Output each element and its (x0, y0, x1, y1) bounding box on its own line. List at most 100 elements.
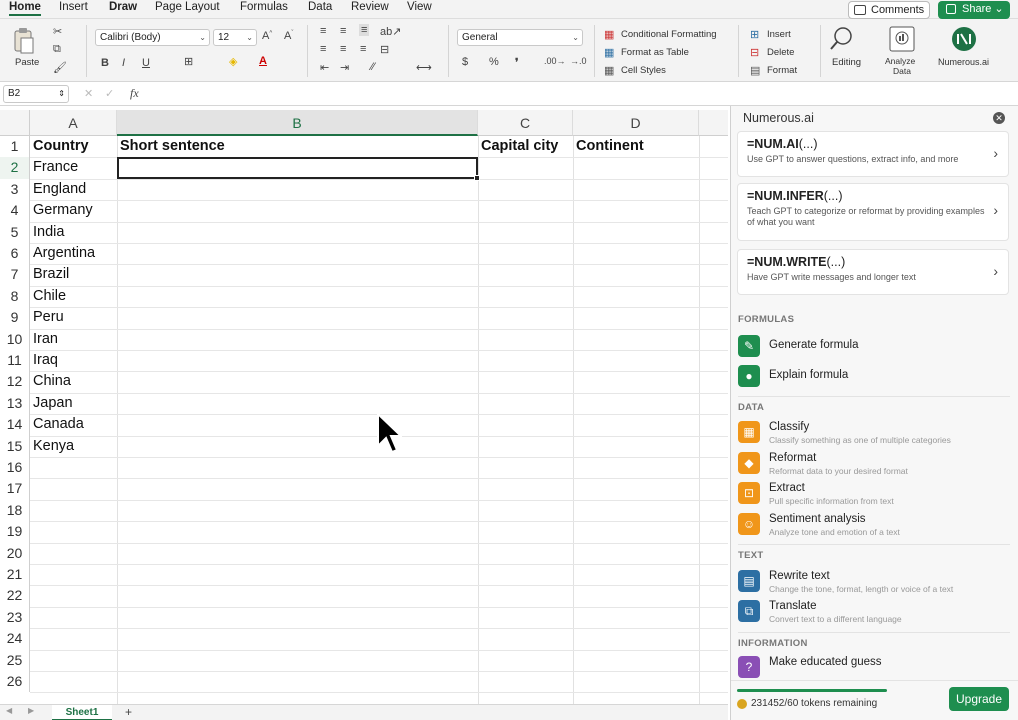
extract-item[interactable]: ⊡ Extract Pull specific information from… (737, 480, 1011, 508)
row-header[interactable]: 23 (0, 606, 30, 629)
generate-formula-item[interactable]: ✎ Generate formula (737, 333, 1011, 361)
row-header[interactable]: 18 (0, 499, 30, 522)
column-header-e[interactable] (699, 110, 728, 136)
column-header-a[interactable]: A (30, 110, 117, 136)
spreadsheet-grid[interactable]: A B C D 1 2 3 4 5 6 7 8 9 10 11 12 13 14 15 16 17 18 19 20 2… (0, 110, 728, 706)
close-icon[interactable]: ✕ (993, 112, 1005, 124)
currency-icon[interactable]: $ (462, 56, 468, 68)
cut-icon[interactable]: ✂ (53, 25, 62, 38)
insert-cells-button[interactable]: Insert (767, 29, 791, 40)
cell-b1[interactable]: Short sentence (117, 136, 478, 157)
country-cell[interactable]: Peru (30, 307, 117, 328)
font-name-select[interactable]: Calibri (Body) ⌄ (95, 29, 210, 46)
format-painter-icon[interactable]: 🖌 (53, 61, 67, 74)
upgrade-button[interactable]: Upgrade (949, 687, 1009, 711)
tab-page-layout[interactable]: Page Layout (155, 1, 220, 13)
column-header-c[interactable]: C (478, 110, 573, 136)
row-header[interactable]: 8 (0, 285, 30, 308)
comma-icon[interactable]: ❜ (515, 56, 519, 69)
tab-data[interactable]: Data (308, 1, 332, 13)
align-middle-icon[interactable]: ≡ (340, 25, 346, 37)
row-header[interactable]: 17 (0, 478, 30, 500)
country-cell[interactable]: Brazil (30, 264, 117, 285)
select-all-corner[interactable] (0, 110, 30, 136)
row-header[interactable]: 21 (0, 564, 30, 586)
country-cell[interactable]: Argentina (30, 243, 117, 264)
increase-decimal-icon[interactable]: .00→ (544, 56, 566, 66)
wrap-text-icon[interactable]: ⊟ (380, 43, 389, 56)
row-header[interactable]: 10 (0, 328, 30, 350)
card-num-infer[interactable]: =NUM.INFER(...) Teach GPT to categorize … (737, 183, 1009, 241)
format-as-table-button[interactable]: Format as Table (621, 47, 689, 58)
comments-button[interactable]: Comments (848, 1, 930, 19)
cell-d1[interactable]: Continent (573, 136, 699, 157)
decrease-font-icon[interactable]: Aˇ (284, 30, 293, 42)
add-sheet-icon[interactable]: + (125, 705, 132, 719)
copy-icon[interactable]: ⧉ (53, 43, 61, 56)
merge-icon[interactable]: ⟷ (416, 61, 432, 74)
country-cell[interactable]: India (30, 222, 117, 243)
delete-cells-button[interactable]: Delete (767, 47, 794, 58)
tab-view[interactable]: View (407, 1, 432, 13)
row-header[interactable]: 12 (0, 371, 30, 393)
translate-item[interactable]: ⧉ Translate Convert text to a different … (737, 598, 1011, 626)
tab-insert[interactable]: Insert (59, 1, 88, 13)
tab-home[interactable]: Home (9, 1, 41, 16)
paste-icon[interactable] (12, 27, 36, 55)
row-header[interactable]: 24 (0, 628, 30, 650)
country-cell[interactable]: England (30, 179, 117, 200)
orientation-icon[interactable]: ab↗ (380, 25, 401, 38)
fill-color-icon[interactable]: ◈ (229, 55, 237, 68)
row-header[interactable]: 3 (0, 178, 30, 201)
decrease-decimal-icon[interactable]: →.0 (570, 56, 587, 66)
row-header[interactable]: 6 (0, 243, 30, 265)
next-sheet-icon[interactable]: ▶ (28, 706, 34, 715)
insert-function-icon[interactable]: fx (130, 86, 139, 101)
increase-indent-icon[interactable]: ⇥ (340, 61, 349, 74)
underline-icon[interactable]: U (142, 57, 150, 69)
row-header[interactable]: 16 (0, 457, 30, 479)
country-cell[interactable]: China (30, 371, 117, 392)
italic-icon[interactable]: I (122, 57, 125, 69)
borders-icon[interactable]: ⊞ (184, 55, 193, 68)
country-cell[interactable]: Chile (30, 286, 117, 307)
card-num-write[interactable]: =NUM.WRITE(...) Have GPT write messages … (737, 249, 1009, 295)
tab-draw[interactable]: Draw (109, 1, 137, 13)
conditional-formatting-button[interactable]: Conditional Formatting (621, 29, 717, 40)
country-cell[interactable]: France (30, 157, 117, 178)
sentiment-analysis-item[interactable]: ☺ Sentiment analysis Analyze tone and em… (737, 511, 1011, 539)
country-cell[interactable]: Japan (30, 393, 117, 414)
classify-item[interactable]: ▦ Classify Classify something as one of … (737, 419, 1011, 447)
align-center-icon[interactable]: ≡ (340, 43, 346, 55)
row-header[interactable]: 20 (0, 542, 30, 564)
row-header[interactable]: 13 (0, 392, 30, 415)
align-left-icon[interactable]: ≡ (320, 43, 326, 55)
country-cell[interactable]: Kenya (30, 436, 117, 457)
rewrite-text-item[interactable]: ▤ Rewrite text Change the tone, format, … (737, 568, 1011, 596)
educated-guess-item[interactable]: ? Make educated guess (737, 654, 1011, 682)
country-cell[interactable]: Iraq (30, 350, 117, 371)
row-header[interactable]: 5 (0, 221, 30, 243)
row-header[interactable]: 4 (0, 200, 30, 222)
prev-sheet-icon[interactable]: ◀ (6, 706, 12, 715)
row-header[interactable]: 19 (0, 521, 30, 543)
text-direction-icon[interactable]: ⁄⁄ (371, 61, 375, 73)
formula-input[interactable] (150, 85, 1014, 103)
format-cells-button[interactable]: Format (767, 65, 797, 76)
editing-search-icon[interactable] (829, 25, 857, 53)
row-header[interactable]: 7 (0, 264, 30, 286)
bold-icon[interactable]: B (101, 57, 109, 69)
tab-review[interactable]: Review (351, 1, 389, 13)
row-header[interactable]: 2 (0, 157, 30, 179)
column-header-b[interactable]: B (117, 110, 478, 136)
share-button[interactable]: Share ⌄ (938, 1, 1010, 19)
cell-c1[interactable]: Capital city (478, 136, 573, 157)
row-header[interactable]: 1 (0, 136, 30, 158)
name-box[interactable]: B2 ⇕ (3, 85, 69, 103)
reformat-item[interactable]: ◆ Reformat Reformat data to your desired… (737, 450, 1011, 478)
number-format-select[interactable]: General ⌄ (457, 29, 583, 46)
analyze-data-icon[interactable] (888, 25, 916, 53)
align-right-icon[interactable]: ≡ (360, 43, 366, 55)
row-header[interactable]: 26 (0, 671, 30, 693)
row-header[interactable]: 25 (0, 649, 30, 671)
